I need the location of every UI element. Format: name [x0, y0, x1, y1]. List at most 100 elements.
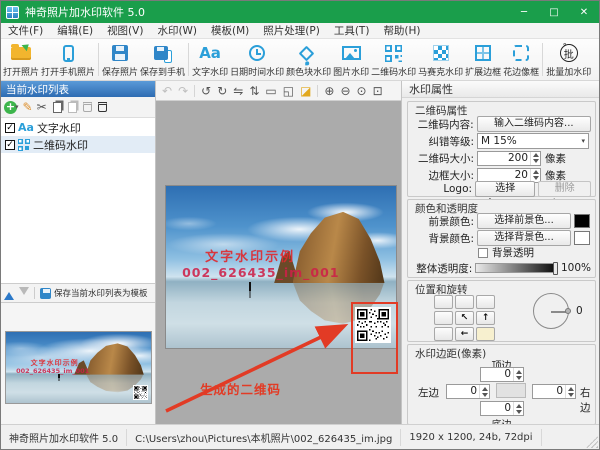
- thumb-watermark-filename: 002_626435_im_001: [16, 366, 90, 375]
- close-icon[interactable]: ✕: [569, 1, 599, 23]
- opacity-slider[interactable]: [475, 262, 558, 275]
- move-down-button[interactable]: [19, 286, 29, 300]
- margin-right-stepper[interactable]: 0: [532, 384, 576, 399]
- zoom-in-icon[interactable]: ⊕: [324, 84, 334, 98]
- minimize-icon[interactable]: ─: [509, 1, 539, 23]
- phone-icon: [62, 44, 74, 62]
- checkbox-checked[interactable]: ✓: [5, 122, 15, 133]
- batch-icon: 批: [559, 42, 578, 62]
- cut-button[interactable]: ✂: [37, 101, 47, 113]
- datetime-watermark-button[interactable]: 日期时间水印: [229, 40, 285, 79]
- thumbnail-image[interactable]: 文字水印示例 002_626435_im_001: [5, 331, 152, 404]
- color-transparency-group: 颜色和透明度 前景颜色: 选择前景色... 背景颜色: 选择背景色... 背景透…: [407, 199, 596, 278]
- status-app-name: 神奇照片加水印软件 5.0: [1, 428, 128, 446]
- menu-tools[interactable]: 工具(T): [327, 23, 377, 38]
- qrcode-icon: [18, 138, 30, 151]
- rotate-right-icon[interactable]: ↻: [217, 84, 227, 98]
- position-bottom-left[interactable]: [434, 327, 453, 341]
- mosaic-watermark-button[interactable]: 马赛克水印: [417, 40, 464, 79]
- add-watermark-button[interactable]: + ▾: [4, 100, 19, 114]
- save-template-button[interactable]: 保存当前水印列表为模板: [40, 287, 148, 299]
- position-center[interactable]: ↖: [455, 311, 474, 325]
- menu-watermark[interactable]: 水印(W): [150, 23, 204, 38]
- menu-photo-process[interactable]: 照片处理(P): [256, 23, 327, 38]
- margin-bottom-stepper[interactable]: 0: [480, 401, 524, 416]
- delete-logo-button[interactable]: 删除Logo: [538, 181, 591, 208]
- canvas-area[interactable]: 文字水印示例 002_626435_im_001 生成的二维码: [156, 101, 401, 424]
- list-item-qrcode-watermark[interactable]: ✓ 二维码水印: [1, 136, 155, 153]
- position-top-center[interactable]: [455, 295, 474, 309]
- open-photo-button[interactable]: 打开照片: [2, 40, 40, 79]
- zoom-actual-icon[interactable]: ⊙: [357, 84, 367, 98]
- position-rotation-group: 位置和旋转 ↖ ↑ ← 0: [407, 280, 596, 342]
- save-photo-button[interactable]: 保存照片: [101, 40, 139, 79]
- position-middle-left[interactable]: [434, 311, 453, 325]
- delete-button[interactable]: [82, 102, 92, 112]
- checkbox-checked[interactable]: ✓: [5, 139, 15, 150]
- edit-watermark-button[interactable]: ✎: [23, 101, 33, 113]
- copy-button[interactable]: [52, 101, 62, 113]
- menu-template[interactable]: 模板(M): [204, 23, 256, 38]
- position-bottom-right[interactable]: [476, 327, 495, 341]
- position-top-left[interactable]: [434, 295, 453, 309]
- logo-label: Logo:: [443, 183, 473, 195]
- margin-left-stepper[interactable]: 0: [446, 384, 490, 399]
- rotation-knob[interactable]: [565, 308, 571, 314]
- menu-bar: 文件(F) 编辑(E) 视图(V) 水印(W) 模板(M) 照片处理(P) 工具…: [1, 23, 599, 39]
- fit-screen-icon[interactable]: ⊡: [373, 84, 383, 98]
- qr-size-stepper[interactable]: 200: [477, 150, 541, 166]
- qrcode-watermark-button[interactable]: 二维码水印: [370, 40, 417, 79]
- app-icon: [6, 5, 19, 19]
- filename-watermark-overlay[interactable]: 002_626435_im_001: [182, 265, 339, 280]
- menu-edit[interactable]: 编辑(E): [50, 23, 100, 38]
- menu-help[interactable]: 帮助(H): [376, 23, 427, 38]
- crop-icon[interactable]: ◱: [283, 84, 294, 98]
- save-to-phone-icon: [153, 46, 168, 60]
- flip-vertical-icon[interactable]: ⇅: [249, 84, 259, 98]
- margin-top-stepper[interactable]: 0: [480, 367, 524, 382]
- position-top-right[interactable]: [476, 295, 495, 309]
- thumbnail-area: 文字水印示例 002_626435_im_001: [1, 303, 155, 424]
- menu-view[interactable]: 视图(V): [100, 23, 150, 38]
- paste-button[interactable]: [67, 101, 77, 113]
- batch-watermark-button[interactable]: 批 批量加水印: [545, 40, 592, 79]
- save-to-phone-button[interactable]: 保存到手机: [139, 40, 186, 79]
- undo-icon[interactable]: ↶: [162, 84, 172, 98]
- fill-icon[interactable]: ◪: [300, 84, 311, 98]
- rotation-value: 0: [576, 305, 583, 317]
- move-up-button[interactable]: [4, 287, 14, 300]
- rotation-dial[interactable]: [533, 293, 571, 329]
- canvas-column: ↶ ↷ ↺ ↻ ⇋ ⇅ ▭ ◱ ◪ ⊕ ⊖ ⊙ ⊡ 文字水印示例 002_626…: [156, 81, 401, 424]
- resize-icon[interactable]: ▭: [265, 84, 276, 98]
- clear-all-button[interactable]: [97, 102, 107, 112]
- paint-bucket-icon: [298, 45, 315, 61]
- select-fg-color-button[interactable]: 选择前景色...: [477, 213, 571, 229]
- menu-file[interactable]: 文件(F): [1, 23, 50, 38]
- ecc-level-select[interactable]: M 15% ▾: [477, 133, 589, 149]
- text-watermark-overlay[interactable]: 文字水印示例: [205, 246, 295, 265]
- chevron-down-icon: ▾: [15, 103, 19, 111]
- main-toolbar: 打开照片 打开手机照片 保存照片 保存到手机 Aa 文字水印 日期时间水印 颜色…: [1, 39, 599, 81]
- maximize-icon[interactable]: □: [539, 1, 569, 23]
- flip-horizontal-icon[interactable]: ⇋: [233, 84, 243, 98]
- select-logo-button[interactable]: 选择Logo...: [475, 181, 536, 208]
- resize-grip[interactable]: [586, 436, 598, 448]
- color-block-watermark-button[interactable]: 颜色块水印: [285, 40, 332, 79]
- bg-transparent-checkbox[interactable]: [478, 247, 488, 258]
- zoom-out-icon[interactable]: ⊖: [340, 84, 350, 98]
- extend-border-button[interactable]: 扩展边框: [464, 40, 502, 79]
- open-phone-photo-button[interactable]: 打开手机照片: [40, 40, 96, 79]
- image-watermark-button[interactable]: 图片水印: [332, 40, 370, 79]
- title-bar: 神奇照片加水印软件 5.0 ─ □ ✕: [1, 1, 599, 23]
- position-middle-right[interactable]: ↑: [476, 311, 495, 325]
- slider-handle[interactable]: [552, 262, 558, 275]
- clock-icon: [249, 45, 266, 61]
- select-bg-color-button[interactable]: 选择背景色...: [477, 230, 571, 246]
- rotate-left-icon[interactable]: ↺: [201, 84, 211, 98]
- enter-qr-content-button[interactable]: 输入二维码内容...: [476, 116, 591, 132]
- text-watermark-button[interactable]: Aa 文字水印: [191, 40, 229, 79]
- position-bottom-center[interactable]: ←: [455, 327, 474, 341]
- lace-frame-button[interactable]: 花边像框: [502, 40, 540, 79]
- redo-icon[interactable]: ↷: [178, 84, 188, 98]
- list-item-text-watermark[interactable]: ✓ Aa 文字水印: [1, 119, 155, 136]
